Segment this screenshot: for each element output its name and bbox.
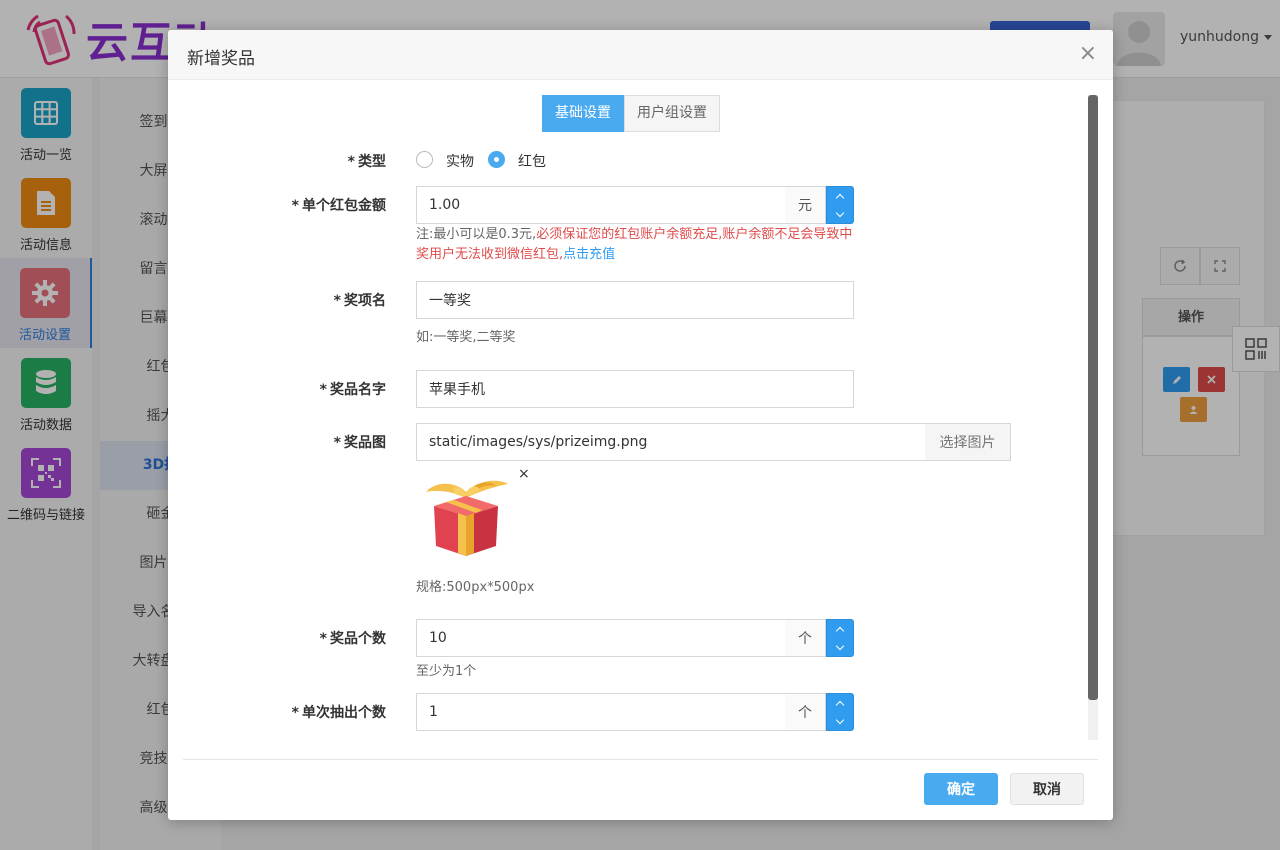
amount-label: * 单个红包金额 <box>291 198 386 214</box>
prize-name-label: * 奖品名字 <box>319 382 386 398</box>
prize-image-label: * 奖品图 <box>333 435 386 451</box>
prize-count-input[interactable] <box>416 619 786 657</box>
dialog-footer-divider <box>183 759 1098 760</box>
stepper-down-icon[interactable] <box>827 638 853 656</box>
choose-image-button[interactable]: 选择图片 <box>925 423 1011 461</box>
stepper-up-icon[interactable] <box>827 187 853 205</box>
settings-tabs: 基础设置 用户组设置 <box>542 95 720 133</box>
draw-count-label: * 单次抽出个数 <box>291 705 386 721</box>
prize-name-input[interactable] <box>416 370 854 408</box>
prize-count-hint: 至少为1个 <box>416 664 477 679</box>
draw-count-input[interactable] <box>416 693 786 731</box>
stepper-down-icon[interactable] <box>827 205 853 223</box>
stepper-up-icon[interactable] <box>827 694 853 712</box>
prize-count-unit: 个 <box>785 619 826 657</box>
close-icon[interactable]: × <box>1079 42 1097 66</box>
remove-image-icon[interactable]: × <box>518 466 530 482</box>
amount-hint: 注:最小可以是0.3元,必须保证您的红包账户余额充足,账户余额不足会导致中奖用户… <box>416 227 853 262</box>
prize-image-path-input[interactable] <box>416 423 926 461</box>
prize-level-input[interactable] <box>416 281 854 319</box>
gift-box-icon <box>426 480 508 556</box>
cancel-button[interactable]: 取消 <box>1010 773 1084 805</box>
amount-stepper[interactable] <box>826 186 854 224</box>
dialog-body: 基础设置 用户组设置 *类型 实物 红包 *单个红包金额 元 注:最小可以是0.… <box>168 80 1113 740</box>
amount-input[interactable] <box>416 186 786 224</box>
prize-image-preview <box>420 478 512 560</box>
dialog-header: 新增奖品 × <box>168 30 1113 80</box>
radio-physical-label[interactable]: 实物 <box>446 151 474 171</box>
tab-basic-settings[interactable]: 基础设置 <box>542 95 624 132</box>
dialog-title: 新增奖品 <box>187 49 255 69</box>
prize-count-stepper[interactable] <box>826 619 854 657</box>
recharge-link[interactable]: 点击充值 <box>563 247 615 262</box>
prize-level-label: * 奖项名 <box>333 293 386 309</box>
prize-level-hint: 如:一等奖,二等奖 <box>416 330 516 345</box>
confirm-button[interactable]: 确定 <box>924 773 998 805</box>
draw-count-unit: 个 <box>785 693 826 731</box>
add-prize-dialog: 新增奖品 × 基础设置 用户组设置 *类型 实物 红包 *单个红包金额 元 注:… <box>168 30 1113 820</box>
radio-red-packet[interactable] <box>488 151 505 168</box>
stepper-down-icon[interactable] <box>827 712 853 730</box>
tab-user-group-settings[interactable]: 用户组设置 <box>624 95 720 132</box>
radio-physical[interactable] <box>416 151 433 168</box>
prize-count-label: * 奖品个数 <box>319 631 386 647</box>
radio-red-packet-label[interactable]: 红包 <box>518 151 546 171</box>
amount-unit: 元 <box>785 186 826 224</box>
type-label: * 类型 <box>347 154 386 170</box>
scrollbar-thumb[interactable] <box>1088 95 1098 700</box>
stepper-up-icon[interactable] <box>827 620 853 638</box>
prize-image-hint: 规格:500px*500px <box>416 580 535 595</box>
draw-count-stepper[interactable] <box>826 693 854 731</box>
